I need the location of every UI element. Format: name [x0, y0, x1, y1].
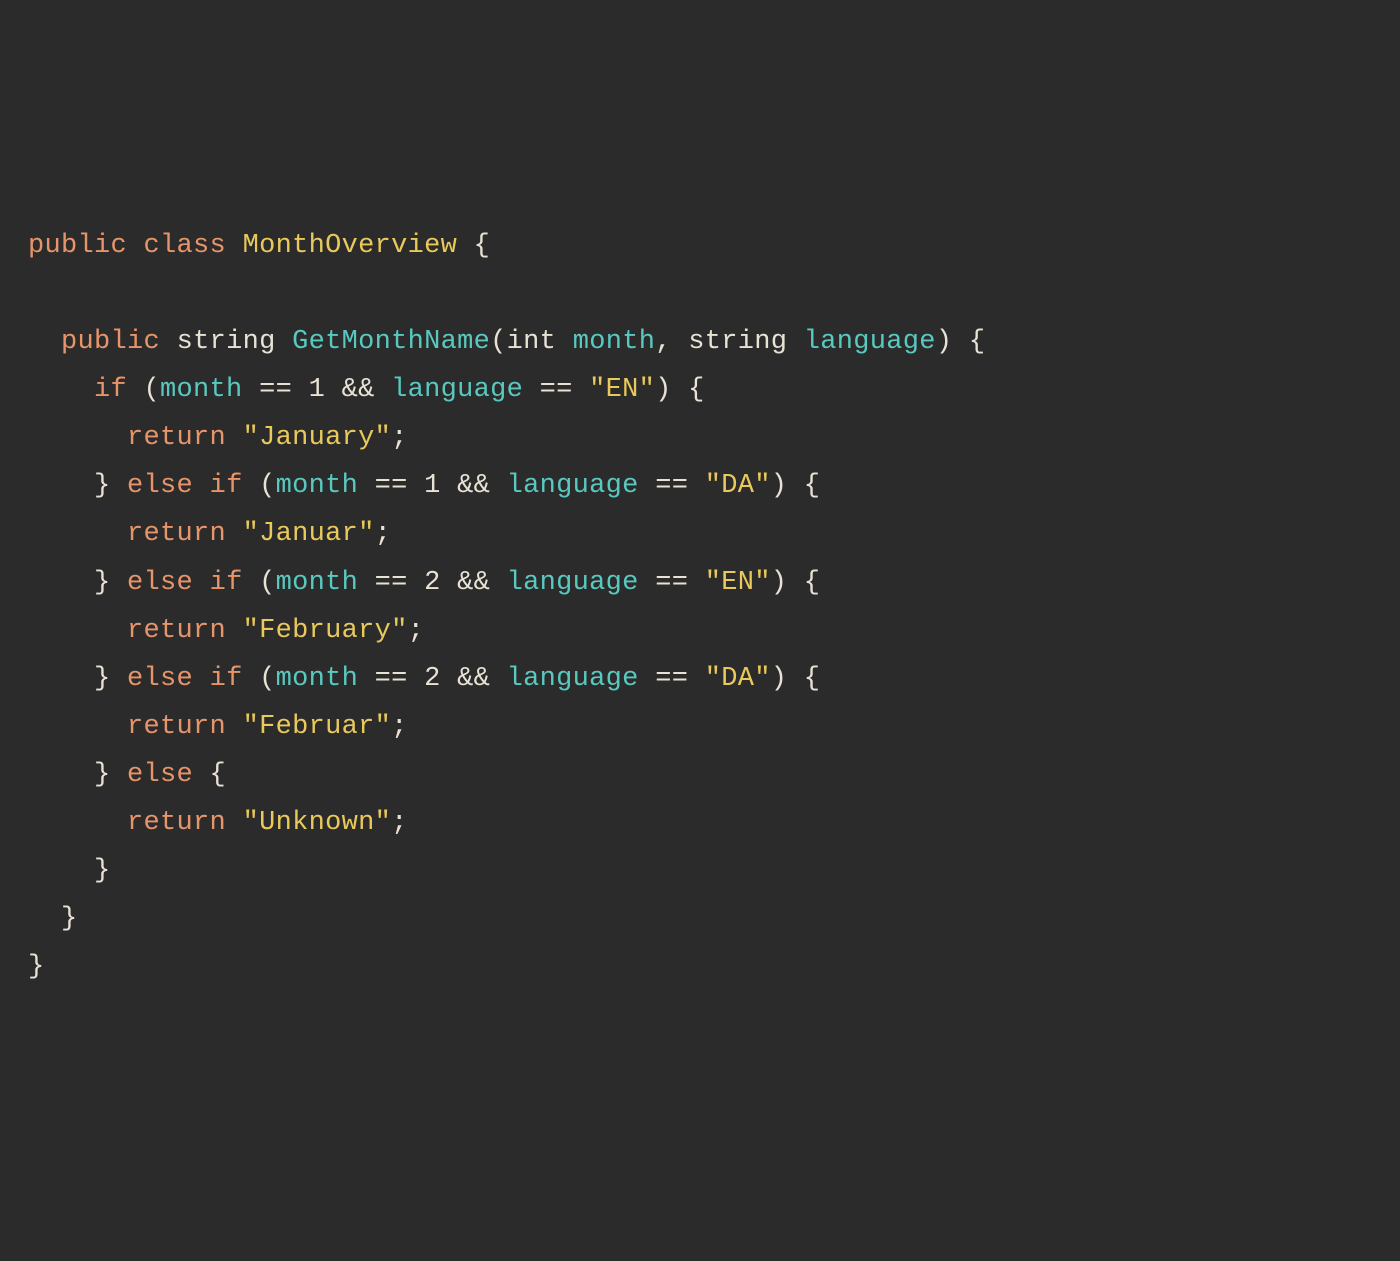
- string-literal: "Unknown": [243, 808, 392, 838]
- brace-close: }: [94, 664, 127, 694]
- paren-open: (: [243, 568, 276, 598]
- comma: ,: [655, 327, 688, 357]
- string-literal: "January": [243, 423, 392, 453]
- operator-eq: ==: [358, 664, 424, 694]
- paren-open: (: [490, 327, 507, 357]
- semicolon: ;: [391, 423, 408, 453]
- param-month: month: [573, 327, 656, 357]
- keyword-return: return: [127, 616, 226, 646]
- brace-close: }: [28, 952, 45, 982]
- operator-and: &&: [441, 664, 507, 694]
- keyword-return: return: [127, 519, 226, 549]
- brace-open: {: [193, 760, 226, 790]
- brace-close: }: [94, 471, 127, 501]
- semicolon: ;: [408, 616, 425, 646]
- string-literal: "EN": [705, 568, 771, 598]
- brace-close: }: [61, 904, 78, 934]
- var-month: month: [276, 568, 359, 598]
- paren-open: (: [243, 471, 276, 501]
- semicolon: ;: [391, 808, 408, 838]
- number-literal: 2: [424, 568, 441, 598]
- brace-close: }: [94, 568, 127, 598]
- paren-open: (: [127, 375, 160, 405]
- param-language: language: [804, 327, 936, 357]
- operator-eq: ==: [639, 664, 705, 694]
- keyword-return: return: [127, 423, 226, 453]
- operator-eq: ==: [639, 471, 705, 501]
- string-literal: "EN": [589, 375, 655, 405]
- paren-close: ) {: [771, 568, 821, 598]
- operator-eq: ==: [358, 471, 424, 501]
- keyword-public: public: [28, 231, 127, 261]
- var-month: month: [160, 375, 243, 405]
- var-month: month: [276, 664, 359, 694]
- keyword-else: else: [127, 664, 193, 694]
- operator-eq: ==: [523, 375, 589, 405]
- var-language: language: [507, 568, 639, 598]
- type-string: string: [688, 327, 787, 357]
- code-block: public class MonthOverview { public stri…: [28, 222, 1372, 991]
- operator-eq: ==: [358, 568, 424, 598]
- keyword-else: else: [127, 568, 193, 598]
- var-language: language: [507, 664, 639, 694]
- string-literal: "DA": [705, 471, 771, 501]
- paren-close: ) {: [936, 327, 986, 357]
- keyword-else: else: [127, 760, 193, 790]
- semicolon: ;: [391, 712, 408, 742]
- number-literal: 2: [424, 664, 441, 694]
- keyword-if: if: [210, 471, 243, 501]
- keyword-if: if: [210, 568, 243, 598]
- brace-close: }: [94, 760, 127, 790]
- var-month: month: [276, 471, 359, 501]
- class-name: MonthOverview: [243, 231, 458, 261]
- paren-close: ) {: [771, 664, 821, 694]
- brace-open: {: [457, 231, 490, 261]
- semicolon: ;: [375, 519, 392, 549]
- keyword-return: return: [127, 808, 226, 838]
- keyword-class: class: [144, 231, 227, 261]
- number-literal: 1: [424, 471, 441, 501]
- operator-eq: ==: [243, 375, 309, 405]
- paren-open: (: [243, 664, 276, 694]
- method-name: GetMonthName: [292, 327, 490, 357]
- keyword-if: if: [210, 664, 243, 694]
- paren-close: ) {: [771, 471, 821, 501]
- keyword-public: public: [61, 327, 160, 357]
- type-string: string: [177, 327, 276, 357]
- paren-close: ) {: [655, 375, 705, 405]
- type-int: int: [507, 327, 557, 357]
- operator-eq: ==: [639, 568, 705, 598]
- brace-close: }: [94, 856, 111, 886]
- string-literal: "February": [243, 616, 408, 646]
- operator-and: &&: [441, 471, 507, 501]
- number-literal: 1: [309, 375, 326, 405]
- var-language: language: [391, 375, 523, 405]
- string-literal: "DA": [705, 664, 771, 694]
- keyword-else: else: [127, 471, 193, 501]
- string-literal: "Februar": [243, 712, 392, 742]
- keyword-return: return: [127, 712, 226, 742]
- var-language: language: [507, 471, 639, 501]
- keyword-if: if: [94, 375, 127, 405]
- operator-and: &&: [325, 375, 391, 405]
- string-literal: "Januar": [243, 519, 375, 549]
- operator-and: &&: [441, 568, 507, 598]
